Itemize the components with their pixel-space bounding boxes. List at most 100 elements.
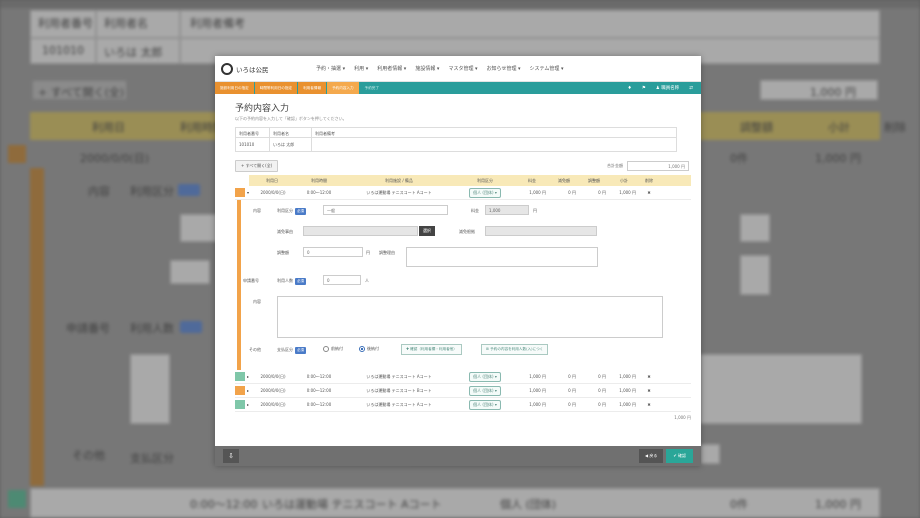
apply-people-button[interactable]: ⊞ 予約の内容を利用人数(入)につく xyxy=(481,344,549,355)
adjustment-input[interactable]: 0 xyxy=(303,247,363,257)
people-count-input[interactable]: 0 xyxy=(323,275,361,285)
user-note-value xyxy=(312,138,676,146)
confirm-user-button[interactable]: ✚ 確認（利用者欄・利用者他） xyxy=(401,344,462,355)
row-detail-panel: 内容 利用区分 必須 一般 料金 1,000 円 減免事由 選択 減免根拠 調整額… xyxy=(237,200,691,370)
user-number-header: 利用者番号 xyxy=(236,128,269,138)
background-button xyxy=(700,444,720,464)
background-textarea xyxy=(130,354,170,424)
flag-icon[interactable]: ⚑ xyxy=(642,86,646,91)
delete-icon[interactable]: ✖ xyxy=(639,388,659,393)
row-status-marker xyxy=(235,188,245,197)
logo[interactable]: いろは公民 xyxy=(221,62,316,75)
col-adjustment: 調整額 xyxy=(588,177,600,183)
background-grid-header-label: 調整額 xyxy=(740,121,773,134)
background-total-value: 1,000 円 xyxy=(810,86,856,99)
background-info-header-cell xyxy=(180,10,880,38)
col-usage-type: 利用区分 xyxy=(477,177,493,183)
page-title: 予約内容入力 xyxy=(235,104,290,114)
bell-icon[interactable]: ♦ xyxy=(628,86,632,91)
row-usage-select[interactable]: 個人 (団体) ▾ xyxy=(469,399,501,410)
confirm-button[interactable]: ✔ 確認 xyxy=(666,449,693,463)
background-row-qty: 0件 xyxy=(730,498,748,511)
exemption-basis-input[interactable] xyxy=(485,226,597,236)
step-reservation-input: 予約内容入力 xyxy=(327,82,359,94)
row-facility: いろは運動場 テニスコート Aコート xyxy=(366,401,432,407)
row-time: 0:00〜12:00 xyxy=(306,401,332,407)
note-textarea[interactable] xyxy=(277,296,663,338)
background-row-qty: 0件 xyxy=(730,152,748,165)
people-count-unit: 人 xyxy=(365,278,369,283)
step-facility-date: 施設利用日の指定 xyxy=(215,82,254,94)
background-row-place: いろは運動場 テニスコート Aコート xyxy=(262,498,442,511)
row-fee: 1,000 円 xyxy=(529,387,546,393)
background-required-badge xyxy=(180,321,202,333)
exemption-reason-input[interactable] xyxy=(303,226,418,236)
reservation-grid: 利用日 利用時間 利用施設 / 備品 利用区分 料金 減免額 調整額 小計 削除… xyxy=(235,175,691,412)
delete-icon[interactable]: ✖ xyxy=(639,190,659,195)
delete-icon[interactable]: ✖ xyxy=(639,374,659,379)
row-subtotal: 1,000 円 xyxy=(619,401,636,407)
adjustment-reason-label: 調整理由 xyxy=(379,250,395,255)
select-button[interactable]: 選択 xyxy=(419,226,435,236)
background-row-date: 2000/0/0(日) xyxy=(80,152,149,165)
row-status-marker xyxy=(235,372,245,381)
user-info-table: 利用者番号 101010 利用者名 いろは 太郎 利用者備考 xyxy=(235,127,677,152)
background-row-select: 個人 (団体) xyxy=(500,498,557,511)
background-input xyxy=(740,214,770,242)
table-row[interactable]: ▸ 2000/0/0(日) 0:00〜12:00 いろは運動場 テニスコート A… xyxy=(235,370,691,384)
table-row[interactable]: ▸ 2000/0/0(日) 0:00〜12:00 いろは運動場 テニスコート B… xyxy=(235,384,691,398)
menu-reservation[interactable]: 予約・抽選 ▾ xyxy=(316,65,345,72)
background-section-label: その他 xyxy=(72,449,105,462)
row-discount: 0 円 xyxy=(568,373,576,379)
background-grid-header-label: 利用日 xyxy=(92,121,125,134)
user-name-header: 利用者名 xyxy=(270,128,311,138)
row-adjustment: 0 円 xyxy=(598,387,606,393)
logout-icon[interactable]: ⇄ xyxy=(689,86,693,91)
col-date: 利用日 xyxy=(266,177,278,183)
menu-system[interactable]: システム管理 ▾ xyxy=(530,65,564,72)
scroll-down-icon[interactable]: ⇩ xyxy=(223,449,239,463)
usage-type-label: 利用区分 必須 xyxy=(277,208,306,215)
step-user-info: 利用者情報 xyxy=(298,82,327,94)
row-usage-select[interactable]: 個人 (団体) ▾ xyxy=(469,385,501,396)
background-row-amount: 1,000 円 xyxy=(815,498,861,511)
table-row[interactable]: ▸ 2000/0/0(日) 0:00〜12:00 いろは運動場 テニスコート A… xyxy=(235,398,691,412)
total-label: 合計金額 xyxy=(607,163,623,168)
row-usage-select[interactable]: 個人 (団体) ▾ xyxy=(469,187,501,198)
fee-input[interactable]: 1,000 xyxy=(485,205,529,215)
table-row[interactable]: ▾ 2000/0/0(日) 0:00〜12:00 いろは運動場 テニスコート A… xyxy=(235,186,691,200)
background-section-label: 申請番号 xyxy=(66,322,110,335)
people-count-label: 利用人数 必須 xyxy=(277,278,306,285)
menu-notice[interactable]: お知らせ管理 ▾ xyxy=(487,65,521,72)
main-menu: 予約・抽選 ▾ 利用 ▾ 利用者情報 ▾ 施設情報 ▾ マスタ管理 ▾ お知らせ… xyxy=(316,65,564,72)
back-button[interactable]: ◀ 戻る xyxy=(639,449,664,463)
row-status-marker xyxy=(235,400,245,409)
col-discount: 減免額 xyxy=(558,177,570,183)
menu-facility-info[interactable]: 施設情報 ▾ xyxy=(415,65,439,72)
row-subtotal: 1,000 円 xyxy=(619,189,636,195)
open-all-button[interactable]: + すべて開く(全) xyxy=(235,160,279,172)
step-bar: 施設利用日の指定 時間帯利用日の指定 利用者情報 予約内容入力 予約完了 ♦ ⚑… xyxy=(215,82,701,94)
background-row-time: 0:00〜12:00 xyxy=(190,498,258,511)
page-description: 以下の予約内容を入力して「確認」ボタンを押してください。 xyxy=(235,116,347,121)
user-number-value: 101010 xyxy=(239,142,255,147)
row-subtotal: 1,000 円 xyxy=(619,373,636,379)
background-section-label: 利用人数 xyxy=(130,322,174,335)
top-navbar: いろは公民 予約・抽選 ▾ 利用 ▾ 利用者情報 ▾ 施設情報 ▾ マスタ管理 … xyxy=(215,56,701,82)
row-time: 0:00〜12:00 xyxy=(306,387,332,393)
staff-user-menu[interactable]: ♟ 職員名称 xyxy=(656,85,679,91)
other-label: その他 xyxy=(249,347,261,352)
row-usage-select[interactable]: 個人 (団体) ▾ xyxy=(469,371,501,382)
payment-postpaid-radio[interactable]: 後納付 xyxy=(359,346,379,352)
payment-prepaid-radio[interactable]: 前納付 xyxy=(323,346,343,352)
menu-master[interactable]: マスタ管理 ▾ xyxy=(448,65,477,72)
footer-bar: ⇩ ◀ 戻る ✔ 確認 xyxy=(215,446,701,466)
delete-icon[interactable]: ✖ xyxy=(639,402,659,407)
row-discount: 0 円 xyxy=(568,387,576,393)
menu-usage[interactable]: 利用 ▾ xyxy=(354,65,368,72)
usage-type-select[interactable]: 一般 xyxy=(323,205,448,215)
logo-ring-icon xyxy=(221,62,233,75)
adjustment-reason-input[interactable] xyxy=(406,247,598,267)
menu-user-info[interactable]: 利用者情報 ▾ xyxy=(377,65,406,72)
background-bottom-row xyxy=(30,488,880,518)
